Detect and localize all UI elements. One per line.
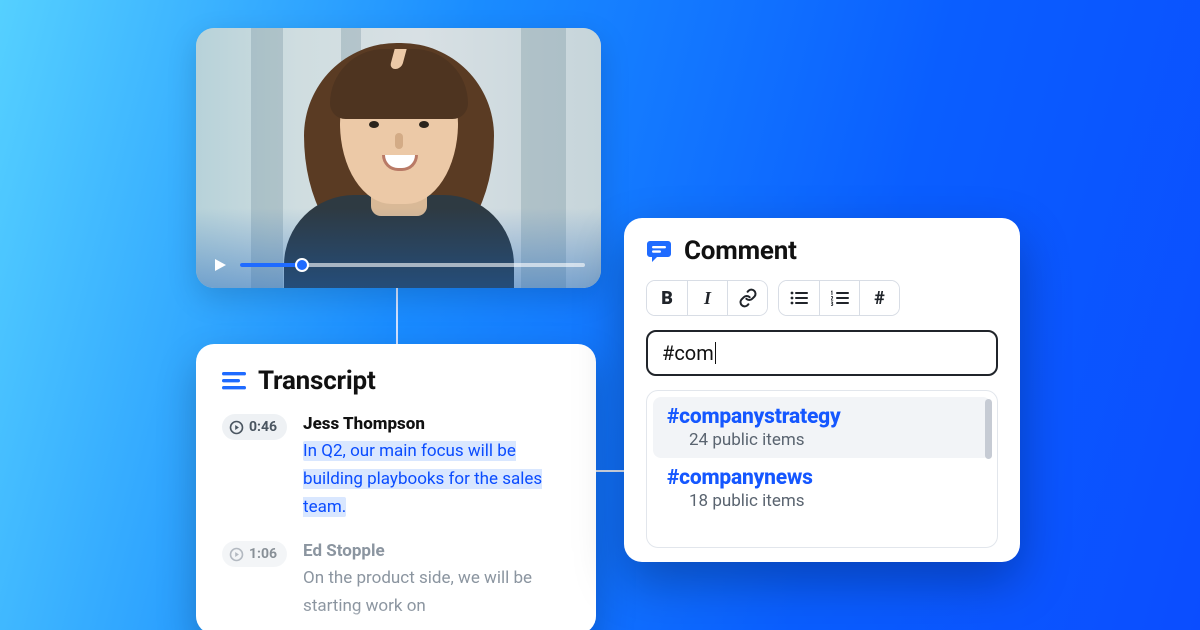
hashtag-button[interactable]: # [859,281,899,315]
scrollbar-thumb[interactable] [985,399,992,459]
timestamp-value: 0:46 [249,419,277,435]
transcript-panel: Transcript 0:46 Jess Thompson In Q2, our… [196,344,596,630]
transcript-text[interactable]: In Q2, our main focus will be building p… [303,437,570,521]
tag-suggestions: #companystrategy 24 public items #compan… [646,390,998,548]
connector-line [396,288,398,344]
numbered-list-button[interactable]: 1 2 3 [819,281,859,315]
video-player[interactable] [196,28,601,288]
video-gradient-overlay [196,208,601,288]
transcript-title: Transcript [258,366,376,396]
tag-suggestion-item[interactable]: #companystrategy 24 public items [653,397,991,458]
timestamp-value: 1:06 [249,546,277,562]
tag-meta: 18 public items [689,491,977,511]
comment-title: Comment [684,236,797,266]
bold-button[interactable]: B [647,281,687,315]
speaker-name: Jess Thompson [303,414,570,434]
fade-overlay [649,525,983,545]
speaker-name: Ed Stopple [303,541,570,561]
timestamp-chip[interactable]: 1:06 [222,541,287,567]
text-cursor [715,342,716,364]
bullet-list-button[interactable] [779,281,819,315]
comment-input-value: #com [662,341,714,365]
play-icon[interactable] [212,257,228,273]
transcript-lines-icon [222,371,246,391]
stage: Transcript 0:46 Jess Thompson In Q2, our… [0,0,1200,630]
timestamp-chip[interactable]: 0:46 [222,414,287,440]
comment-panel: Comment B I [624,218,1020,562]
comment-bubble-icon [646,238,672,264]
transcript-entry: 0:46 Jess Thompson In Q2, our main focus… [222,414,570,521]
tag-meta: 24 public items [689,430,977,450]
link-button[interactable] [727,281,767,315]
tag-name: #companystrategy [667,405,977,429]
tag-suggestion-item[interactable]: #companynews 18 public items [653,458,991,519]
video-progress-track[interactable] [240,263,585,267]
format-toolbar: B I [646,280,998,316]
italic-button[interactable]: I [687,281,727,315]
video-controls [212,256,585,274]
fade-overlay [196,608,596,630]
video-progress-thumb[interactable] [295,258,309,272]
comment-input[interactable]: #com [646,330,998,376]
tag-name: #companynews [667,466,977,490]
svg-text:3: 3 [831,301,834,306]
